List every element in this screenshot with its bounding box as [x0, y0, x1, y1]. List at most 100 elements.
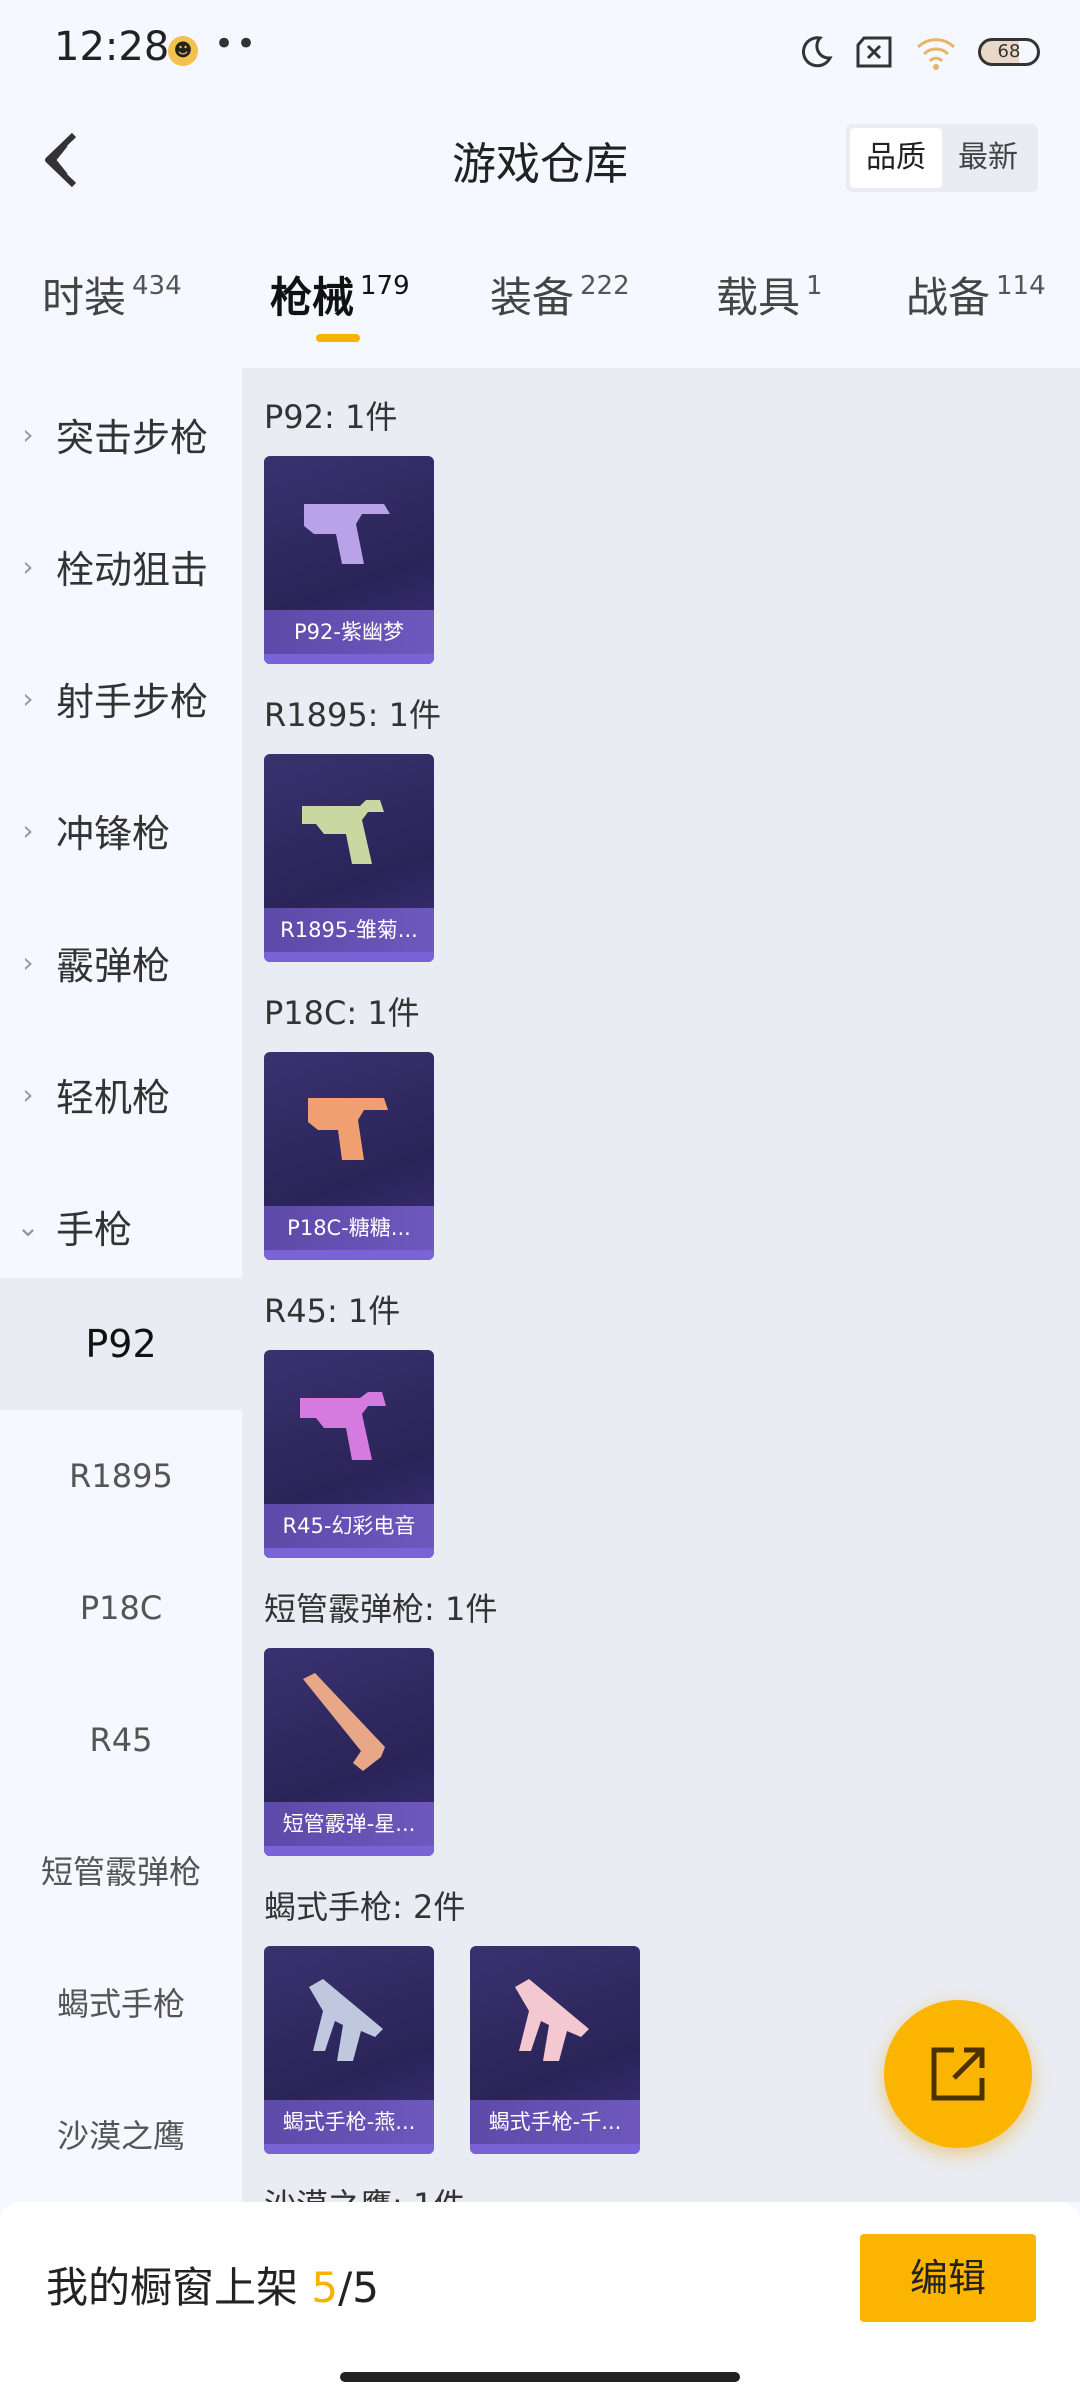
shotgun-icon [264, 1648, 434, 1800]
item-card[interactable]: 蝎式手枪-燕... [264, 1946, 434, 2154]
item-name: 蝎式手枪-燕... [264, 2100, 434, 2144]
group-title: R45: 1件 [264, 1292, 401, 1330]
category-tabs: 时装 434 枪械 179 装备 222 载具 1 战备 114 [0, 250, 1080, 360]
showcase-count-total: /5 [338, 2263, 379, 2312]
tab-vehicles[interactable]: 载具 1 [716, 264, 823, 325]
sidebar-item-shotgun[interactable]: › 霰弹枪 [0, 896, 242, 1028]
item-name: 短管霰弹-星... [264, 1802, 434, 1846]
sidebar: › 突击步枪 › 栓动狙击 › 射手步枪 › 冲锋枪 › 霰弹枪 › 轻机枪 ⌄… [0, 368, 242, 2202]
tab-firearms[interactable]: 枪械 179 [270, 264, 410, 325]
no-sim-icon [856, 36, 892, 68]
tab-count: 222 [580, 271, 630, 301]
edit-button[interactable]: 编辑 [860, 2234, 1036, 2322]
tab-label: 装备 [490, 273, 575, 322]
showcase-text: 我的橱窗上架 [46, 2263, 312, 2312]
sidebar-subitem-r1895[interactable]: R1895 [0, 1410, 242, 1542]
sidebar-item-label: 射手步枪 [56, 679, 209, 724]
share-icon [931, 2047, 985, 2101]
gun-shape [302, 800, 384, 864]
sidebar-item-label: 手枪 [56, 1207, 133, 1252]
sidebar-subitem-p92[interactable]: P92 [0, 1278, 242, 1410]
item-card[interactable]: R1895-雏菊... [264, 754, 434, 962]
gun-shape [308, 1098, 388, 1160]
chevron-right-icon: › [22, 549, 34, 583]
rarity-bar [264, 2144, 434, 2154]
rarity-bar [264, 1250, 434, 1260]
rarity-bar [264, 1846, 434, 1856]
sidebar-item-marksman-rifle[interactable]: › 射手步枪 [0, 632, 242, 764]
active-tab-indicator [316, 334, 360, 342]
tab-count: 179 [360, 271, 410, 301]
item-card[interactable]: 短管霰弹-星... [264, 1648, 434, 1856]
sort-quality-button[interactable]: 品质 [850, 128, 942, 188]
rarity-bar [264, 654, 434, 664]
item-grid: P92: 1件 P92-紫幽梦 R1895: 1件 R1895-雏菊... P1… [242, 368, 1080, 2202]
item-name: P92-紫幽梦 [264, 610, 434, 654]
gun-shape [515, 1979, 589, 2061]
sort-toggle: 品质 最新 [846, 124, 1038, 192]
chevron-right-icon: › [22, 681, 34, 715]
tab-label: 枪械 [270, 273, 355, 322]
rarity-bar [264, 1548, 434, 1558]
pistol-icon [264, 456, 434, 608]
tab-equipment[interactable]: 装备 222 [490, 264, 630, 325]
group-title: P18C: 1件 [264, 994, 420, 1032]
showcase-count-current: 5 [311, 2263, 339, 2312]
app-notification-icon: ☻ [168, 36, 198, 66]
wifi-icon [916, 38, 956, 70]
gun-shape [309, 1979, 383, 2061]
header: 游戏仓库 品质 最新 [0, 100, 1080, 220]
smg-pistol-icon [470, 1946, 640, 2098]
bottom-bar: 我的橱窗上架 5/5 编辑 [0, 2202, 1080, 2400]
sidebar-item-bolt-sniper[interactable]: › 栓动狙击 [0, 500, 242, 632]
item-card[interactable]: P92-紫幽梦 [264, 456, 434, 664]
sidebar-item-label: 栓动狙击 [56, 547, 209, 592]
chevron-right-icon: › [22, 417, 34, 451]
status-bar: 12:28 ☻ •• 68 [0, 0, 1080, 100]
sidebar-item-label: 冲锋枪 [56, 811, 171, 856]
pistol-icon [264, 1052, 434, 1204]
item-card[interactable]: 蝎式手枪-千... [470, 1946, 640, 2154]
item-name: 蝎式手枪-千... [470, 2100, 640, 2144]
status-dots: •• [214, 24, 259, 64]
chevron-down-icon: ⌄ [16, 1209, 40, 1243]
revolver-icon [264, 754, 434, 906]
sidebar-subitem-sawed-off[interactable]: 短管霰弹枪 [0, 1806, 242, 1938]
sidebar-subitem-desert-eagle[interactable]: 沙漠之鹰 [0, 2070, 242, 2202]
chevron-right-icon: › [22, 813, 34, 847]
home-indicator[interactable] [340, 2372, 740, 2382]
gun-shape [304, 504, 390, 564]
group-title: R1895: 1件 [264, 696, 441, 734]
sidebar-item-label: 轻机枪 [56, 1075, 171, 1120]
sidebar-item-assault-rifle[interactable]: › 突击步枪 [0, 368, 242, 500]
revolver-icon [264, 1350, 434, 1502]
item-card[interactable]: P18C-糖糖... [264, 1052, 434, 1260]
item-name: P18C-糖糖... [264, 1206, 434, 1250]
sort-newest-button[interactable]: 最新 [942, 128, 1034, 188]
sidebar-item-label: 霰弹枪 [56, 943, 171, 988]
sidebar-item-pistol[interactable]: ⌄ 手枪 [0, 1160, 242, 1292]
tab-fashion[interactable]: 时装 434 [42, 264, 182, 325]
sidebar-subitem-p18c[interactable]: P18C [0, 1542, 242, 1674]
sidebar-subitem-skorpion[interactable]: 蝎式手枪 [0, 1938, 242, 2070]
moon-icon [801, 36, 833, 68]
share-button[interactable] [884, 2000, 1032, 2148]
tab-label: 时装 [42, 273, 127, 322]
chevron-right-icon: › [22, 945, 34, 979]
gun-shape [300, 1392, 386, 1460]
group-title: P92: 1件 [264, 398, 398, 436]
tab-count: 1 [806, 271, 823, 301]
tab-label: 载具 [716, 273, 801, 322]
tab-battle-gear[interactable]: 战备 114 [906, 264, 1046, 325]
group-title: 沙漠之鹰: 1件 [264, 2180, 465, 2202]
sidebar-item-smg[interactable]: › 冲锋枪 [0, 764, 242, 896]
rarity-bar [264, 952, 434, 962]
group-title: 短管霰弹枪: 1件 [264, 1590, 498, 1628]
sidebar-subitem-r45[interactable]: R45 [0, 1674, 242, 1806]
tab-count: 434 [132, 271, 182, 301]
smg-pistol-icon [264, 1946, 434, 2098]
tab-label: 战备 [906, 273, 991, 322]
sidebar-item-lmg[interactable]: › 轻机枪 [0, 1028, 242, 1160]
item-card[interactable]: R45-幻彩电音 [264, 1350, 434, 1558]
chevron-right-icon: › [22, 1077, 34, 1111]
